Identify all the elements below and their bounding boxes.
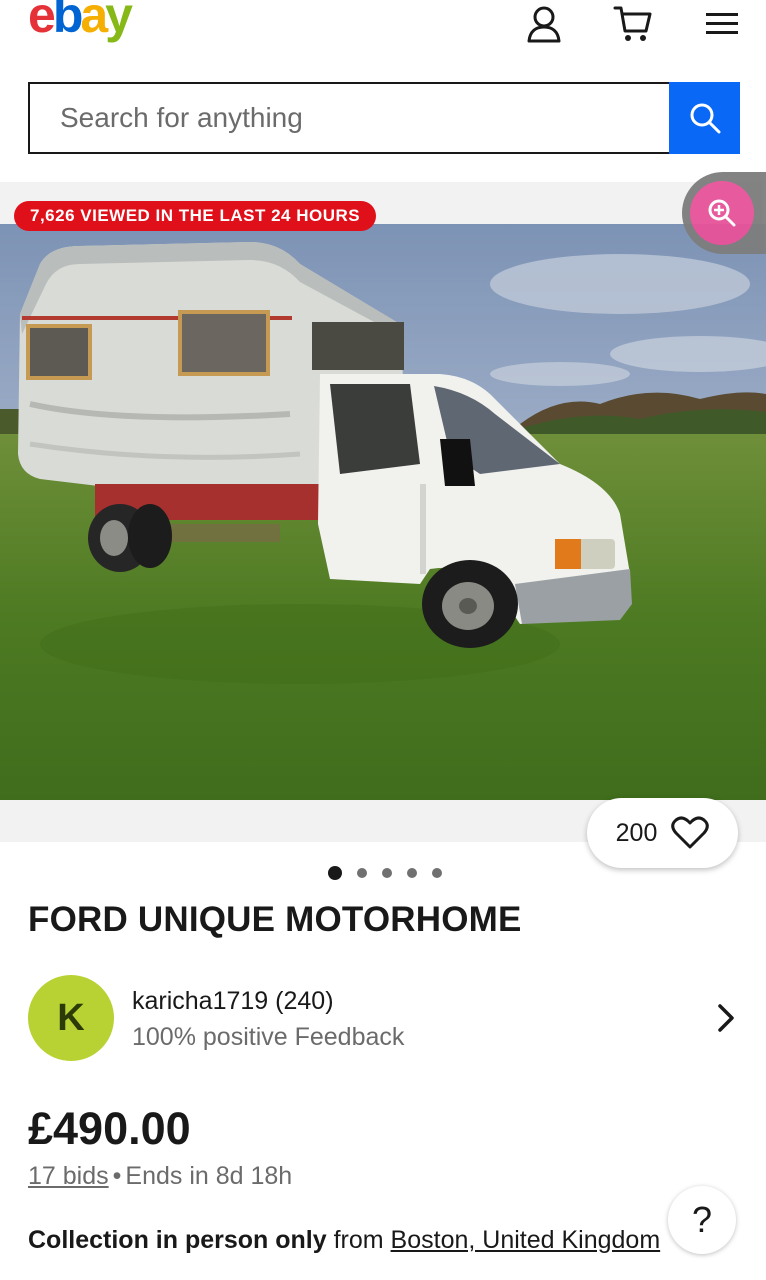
search-button[interactable] [669, 82, 740, 154]
watch-button[interactable]: 200 [587, 798, 738, 868]
header: ebay [0, 0, 766, 70]
bids-link[interactable]: 17 bids [28, 1162, 109, 1190]
motorhome-photo [0, 224, 766, 800]
seller-feedback: 100% positive Feedback [132, 1023, 405, 1051]
search-input[interactable] [28, 82, 669, 154]
seller-name: karicha1719 (240) [132, 987, 334, 1015]
cart-icon[interactable] [613, 4, 653, 44]
collection-info: Collection in person only from Boston, U… [28, 1226, 660, 1255]
zoom-in-icon [708, 199, 736, 227]
ebay-logo[interactable]: ebay [28, 0, 133, 43]
bid-info: 17 bids • Ends in 8d 18h [28, 1162, 292, 1191]
pagination-dot[interactable] [328, 866, 342, 880]
collection-label: Collection in person only [28, 1226, 327, 1254]
chevron-right-icon [718, 1004, 734, 1032]
seller-card[interactable]: K karicha1719 (240) 100% positive Feedba… [28, 975, 740, 1061]
menu-icon[interactable] [702, 4, 742, 44]
pagination-dot[interactable] [357, 868, 367, 878]
logo-letter-a: a [80, 0, 108, 43]
logo-letter-e: e [28, 0, 56, 43]
logo-letter-b: b [52, 0, 83, 43]
seller-avatar: K [28, 975, 114, 1061]
zoom-button[interactable] [690, 181, 754, 245]
pagination-dot[interactable] [432, 868, 442, 878]
search-bar [28, 82, 740, 154]
listing-photo[interactable] [0, 224, 766, 800]
account-icon[interactable] [524, 4, 564, 44]
search-icon [690, 103, 720, 134]
ends-in: Ends in 8d 18h [125, 1162, 293, 1190]
collection-location-link[interactable]: Boston, United Kingdom [391, 1226, 661, 1254]
price: £490.00 [28, 1103, 191, 1154]
help-button[interactable]: ? [668, 1186, 736, 1254]
collection-from: from [333, 1226, 384, 1254]
zoom-control [682, 172, 766, 254]
viewed-badge: 7,626 VIEWED IN THE LAST 24 HOURS [14, 201, 377, 231]
heart-icon [671, 816, 710, 849]
pagination-dot[interactable] [382, 868, 392, 878]
listing-title: FORD UNIQUE MOTORHOME [28, 900, 522, 939]
logo-letter-y: y [105, 0, 133, 43]
pagination-dot[interactable] [407, 868, 417, 878]
image-gallery[interactable]: 7,626 VIEWED IN THE LAST 24 HOURS 200 [0, 172, 766, 868]
gallery-pagination [328, 866, 442, 880]
separator: • [112, 1162, 122, 1190]
watch-count: 200 [615, 818, 658, 847]
